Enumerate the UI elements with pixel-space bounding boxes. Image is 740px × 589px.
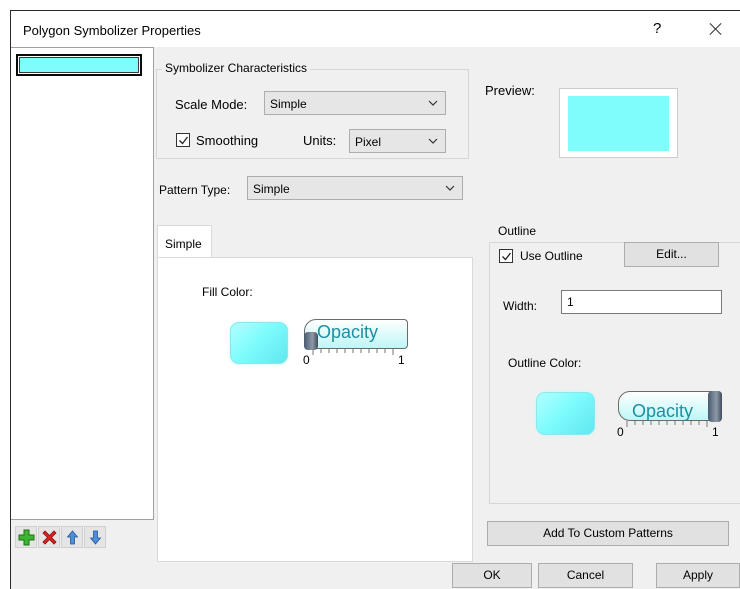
arrow-down-icon [89, 530, 102, 545]
outline-opacity-max: 1 [712, 425, 719, 439]
outline-group [489, 242, 740, 504]
cancel-button[interactable]: Cancel [538, 563, 633, 588]
chevron-down-icon [445, 185, 455, 191]
list-item[interactable] [16, 54, 142, 76]
fill-opacity-min: 0 [303, 353, 310, 367]
units-value: Pixel [355, 135, 382, 149]
chevron-down-icon [428, 100, 438, 106]
outline-width-input[interactable]: 1 [561, 290, 722, 314]
outline-color-swatch[interactable] [536, 392, 595, 435]
remove-symbol-button[interactable] [38, 526, 60, 548]
apply-button[interactable]: Apply [656, 563, 740, 588]
opacity-ticks [626, 421, 708, 427]
simple-tab-panel: Fill Color: Opacity 0 1 [157, 257, 473, 562]
pattern-type-label: Pattern Type: [159, 183, 231, 197]
opacity-ticks [312, 349, 394, 355]
green-plus-icon [18, 529, 35, 546]
add-symbol-button[interactable] [15, 526, 37, 548]
add-to-custom-patterns-button[interactable]: Add To Custom Patterns [487, 521, 729, 546]
outline-opacity-label: Opacity [632, 401, 694, 421]
fill-opacity-slider[interactable]: Opacity 0 1 [302, 317, 418, 369]
tab-simple[interactable]: Simple [157, 225, 212, 258]
fill-opacity-label: Opacity [317, 322, 379, 342]
edit-outline-button[interactable]: Edit... [624, 242, 719, 267]
ok-button[interactable]: OK [452, 563, 532, 588]
close-icon[interactable] [701, 17, 731, 41]
window-title: Polygon Symbolizer Properties [23, 23, 201, 38]
arrow-up-icon [66, 530, 79, 545]
tab-simple-label: Simple [165, 237, 202, 251]
outline-legend: Outline [495, 224, 540, 238]
symbol-swatch [19, 57, 139, 73]
smoothing-label: Smoothing [196, 133, 259, 148]
symbolizer-characteristics-legend: Symbolizer Characteristics [162, 61, 311, 75]
smoothing-checkbox[interactable] [176, 133, 190, 147]
outline-width-value: 1 [567, 295, 574, 309]
chevron-down-icon [428, 138, 438, 144]
opacity-knob[interactable] [708, 391, 722, 422]
units-select[interactable]: Pixel [349, 129, 446, 153]
pattern-type-value: Simple [253, 182, 290, 196]
red-x-icon [42, 530, 57, 545]
use-outline-checkbox[interactable] [499, 249, 513, 263]
scale-mode-label: Scale Mode: [175, 97, 248, 112]
scale-mode-value: Simple [270, 97, 307, 111]
help-button[interactable]: ? [653, 20, 661, 37]
checkmark-icon [502, 252, 512, 261]
outline-color-label: Outline Color: [508, 356, 582, 370]
width-label: Width: [503, 299, 538, 313]
fill-color-label: Fill Color: [202, 285, 253, 299]
preview-box [559, 88, 678, 158]
fill-opacity-max: 1 [398, 353, 405, 367]
scale-mode-select[interactable]: Simple [264, 91, 446, 115]
use-outline-label: Use Outline [520, 249, 583, 263]
preview-label: Preview: [485, 83, 535, 98]
pattern-type-select[interactable]: Simple [247, 176, 463, 200]
title-bar: Polygon Symbolizer Properties ? [11, 11, 740, 47]
outline-opacity-slider[interactable]: Opacity 0 1 [616, 389, 732, 441]
symbol-list[interactable] [11, 47, 154, 520]
units-label: Units: [303, 133, 337, 148]
checkmark-icon [179, 136, 189, 145]
dialog-window: Polygon Symbolizer Properties ? Symboliz… [10, 10, 740, 589]
outline-opacity-min: 0 [617, 425, 624, 439]
move-down-button[interactable] [84, 526, 106, 548]
move-up-button[interactable] [61, 526, 83, 548]
opacity-knob[interactable] [304, 332, 318, 350]
fill-color-swatch[interactable] [230, 322, 288, 364]
preview-swatch [568, 96, 669, 151]
